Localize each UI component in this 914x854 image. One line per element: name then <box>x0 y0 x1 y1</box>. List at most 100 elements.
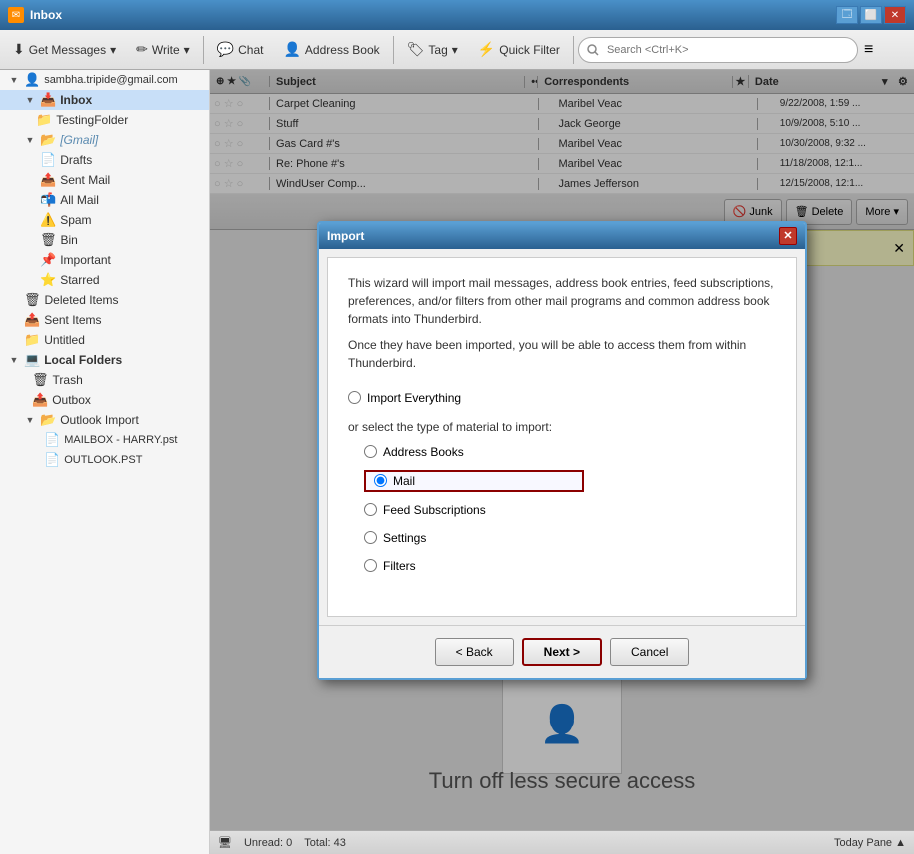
quick-filter-button[interactable]: ⚡ Quick Filter <box>469 34 569 66</box>
write-icon: ✏ <box>136 41 148 58</box>
radio-import-everything[interactable]: Import Everything <box>348 388 776 408</box>
sidebar-item-gmail[interactable]: ▼ 📂 [Gmail] <box>0 130 209 150</box>
sidebar-item-trash[interactable]: 🗑 Trash <box>0 370 209 390</box>
sidebar-item-all-mail[interactable]: 📬 All Mail <box>0 190 209 210</box>
radio-feed-subscriptions-label: Feed Subscriptions <box>383 503 486 517</box>
radio-filters[interactable]: Filters <box>364 556 776 576</box>
local-folders-icon: 💻 <box>24 352 40 368</box>
chat-button[interactable]: 💬 Chat <box>208 34 273 66</box>
radio-address-books[interactable]: Address Books <box>364 442 776 462</box>
total-count: Total: 43 <box>304 837 346 849</box>
sidebar-account[interactable]: ▼ 👤 sambha.tripide@gmail.com <box>0 70 209 90</box>
address-book-label: Address Book <box>305 43 380 57</box>
local-folders-toggle[interactable]: ▼ <box>8 354 20 366</box>
maximize-button[interactable]: ⬜ <box>860 6 882 24</box>
dialog-close-button[interactable]: ✕ <box>779 227 797 245</box>
testing-icon: 📁 <box>36 112 52 128</box>
get-messages-button[interactable]: ⬇ Get Messages ▾ <box>4 34 125 66</box>
starred-label: Starred <box>60 273 99 287</box>
radio-mail-input[interactable] <box>374 474 387 487</box>
import-everything-group: Import Everything <box>348 388 776 408</box>
spam-label: Spam <box>60 213 91 227</box>
sidebar-item-testing[interactable]: 📁 TestingFolder <box>0 110 209 130</box>
outlook-pst-label: OUTLOOK.PST <box>64 454 142 466</box>
toolbar-separator-1 <box>203 36 204 64</box>
select-type-label: or select the type of material to import… <box>348 420 776 434</box>
sidebar-item-mailbox-harry[interactable]: 📄 MAILBOX - HARRY.pst <box>0 430 209 450</box>
write-dropdown-icon[interactable]: ▾ <box>184 43 190 57</box>
next-button[interactable]: Next > <box>522 638 602 666</box>
outlook-toggle[interactable]: ▼ <box>24 414 36 426</box>
radio-filters-label: Filters <box>383 559 416 573</box>
deleted-label: Deleted Items <box>45 293 119 307</box>
minimize-button[interactable]: 🗔 <box>836 6 858 24</box>
important-icon: 📌 <box>40 252 56 268</box>
toolbar: ⬇ Get Messages ▾ ✏ Write ▾ 💬 Chat 👤 Addr… <box>0 30 914 70</box>
radio-feed-subscriptions[interactable]: Feed Subscriptions <box>364 500 776 520</box>
sidebar-item-drafts[interactable]: 📄 Drafts <box>0 150 209 170</box>
address-book-icon: 👤 <box>283 41 300 58</box>
settings-group: Settings <box>364 528 776 548</box>
gmail-toggle[interactable]: ▼ <box>24 134 36 146</box>
sidebar-item-outbox[interactable]: 📤 Outbox <box>0 390 209 410</box>
tag-label: Tag <box>428 43 447 57</box>
sidebar-item-local-folders[interactable]: ▼ 💻 Local Folders <box>0 350 209 370</box>
unread-count: Unread: 0 <box>244 837 292 849</box>
sidebar-item-starred[interactable]: ⭐ Starred <box>0 270 209 290</box>
starred-icon: ⭐ <box>40 272 56 288</box>
sidebar-item-important[interactable]: 📌 Important <box>0 250 209 270</box>
back-button[interactable]: < Back <box>435 638 514 666</box>
toolbar-separator-3 <box>573 36 574 64</box>
quick-filter-label: Quick Filter <box>499 43 560 57</box>
tag-dropdown-icon[interactable]: ▾ <box>452 43 458 57</box>
radio-address-books-label: Address Books <box>383 445 464 459</box>
radio-import-everything-input[interactable] <box>348 391 361 404</box>
content-area: ⊕ ★ 📎 Subject •• Correspondents ★ Date ▾… <box>210 70 914 854</box>
drafts-icon: 📄 <box>40 152 56 168</box>
get-messages-label: Get Messages <box>29 43 106 57</box>
dialog-desc-1: This wizard will import mail messages, a… <box>348 274 776 328</box>
radio-mail-label: Mail <box>393 474 415 488</box>
sidebar-item-sent-mail[interactable]: 📤 Sent Mail <box>0 170 209 190</box>
sidebar-item-untitled[interactable]: 📁 Untitled <box>0 330 209 350</box>
sidebar-item-inbox[interactable]: ▼ 📥 Inbox <box>0 90 209 110</box>
get-messages-dropdown-icon[interactable]: ▾ <box>110 43 116 57</box>
radio-feed-subscriptions-input[interactable] <box>364 503 377 516</box>
sidebar-item-outlook-import[interactable]: ▼ 📂 Outlook Import <box>0 410 209 430</box>
search-input[interactable] <box>578 37 858 63</box>
sent-mail-icon: 📤 <box>40 172 56 188</box>
sidebar-item-outlook-pst[interactable]: 📄 OUTLOOK.PST <box>0 450 209 470</box>
chat-icon: 💬 <box>217 41 234 58</box>
tag-button[interactable]: 🏷 Tag ▾ <box>398 34 467 66</box>
radio-mail[interactable]: Mail <box>364 470 584 492</box>
sidebar-item-sent-items[interactable]: 📤 Sent Items <box>0 310 209 330</box>
status-bar: 🖥 Unread: 0 Total: 43 Today Pane ▲ <box>210 830 914 854</box>
dialog-title: Import <box>327 229 364 243</box>
close-button[interactable]: ✕ <box>884 6 906 24</box>
sidebar-item-bin[interactable]: 🗑 Bin <box>0 230 209 250</box>
radio-filters-input[interactable] <box>364 559 377 572</box>
cancel-button[interactable]: Cancel <box>610 638 689 666</box>
gmail-label: [Gmail] <box>60 133 98 147</box>
address-book-button[interactable]: 👤 Address Book <box>274 34 388 66</box>
mail-group: Mail <box>364 470 776 492</box>
radio-address-books-input[interactable] <box>364 445 377 458</box>
all-mail-label: All Mail <box>60 193 99 207</box>
window-controls: 🗔 ⬜ ✕ <box>836 6 906 24</box>
window-title: Inbox <box>30 8 836 22</box>
untitled-icon: 📁 <box>24 332 40 348</box>
menu-icon[interactable]: ≡ <box>860 41 877 59</box>
inbox-toggle[interactable]: ▼ <box>24 94 36 106</box>
write-button[interactable]: ✏ Write ▾ <box>127 34 199 66</box>
gmail-icon: 📂 <box>40 132 56 148</box>
radio-settings[interactable]: Settings <box>364 528 776 548</box>
sidebar-item-spam[interactable]: ⚠️ Spam <box>0 210 209 230</box>
main-layout: ▼ 👤 sambha.tripide@gmail.com ▼ 📥 Inbox 📁… <box>0 70 914 854</box>
radio-settings-input[interactable] <box>364 531 377 544</box>
today-pane-button[interactable]: Today Pane ▲ <box>834 837 906 849</box>
sent-items-icon: 📤 <box>24 312 40 328</box>
outlook-pst-icon: 📄 <box>44 452 60 468</box>
account-toggle[interactable]: ▼ <box>8 74 20 86</box>
outbox-icon: 📤 <box>32 392 48 408</box>
sidebar-item-deleted[interactable]: 🗑 Deleted Items <box>0 290 209 310</box>
